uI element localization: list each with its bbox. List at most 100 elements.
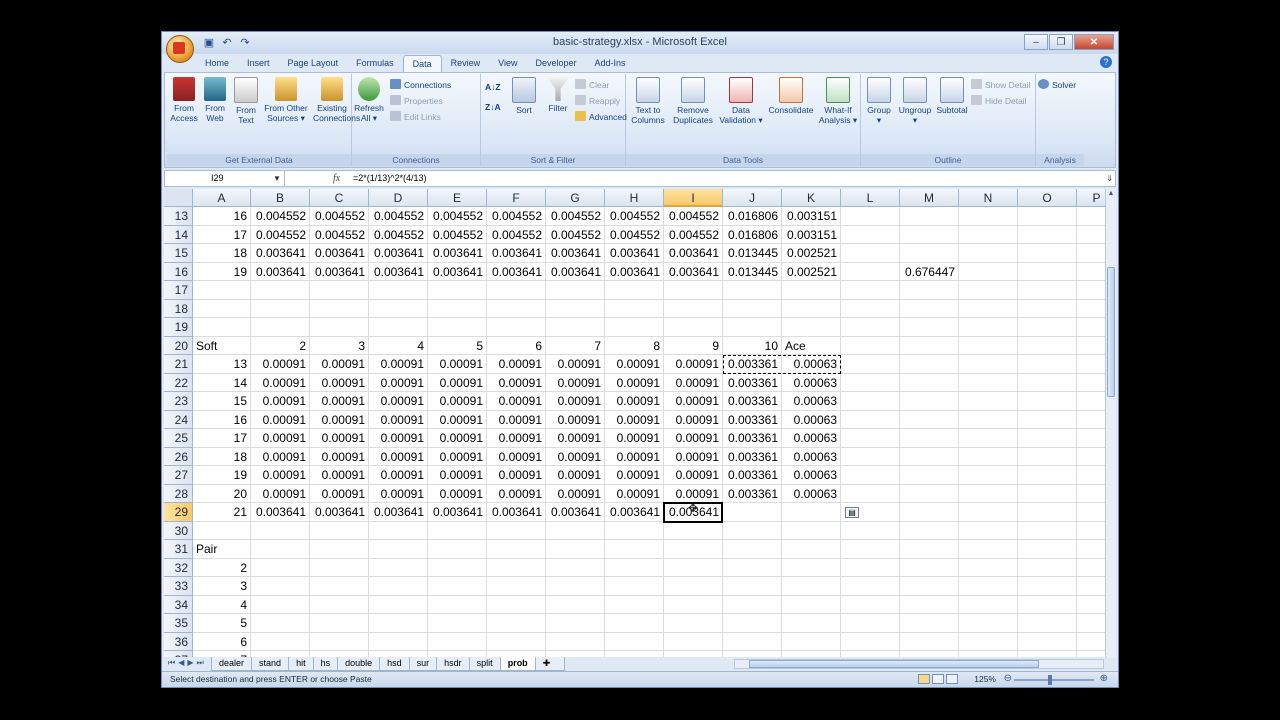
cell-j19[interactable]	[723, 318, 782, 337]
cell-e18[interactable]	[428, 299, 487, 318]
cell-b22[interactable]: 0.00091	[251, 373, 310, 392]
cell-l25[interactable]	[841, 429, 900, 448]
cell-l23[interactable]	[841, 392, 900, 411]
cell-d29[interactable]: 0.003641	[369, 503, 428, 522]
cell-a16[interactable]: 19	[193, 262, 251, 281]
cell-o18[interactable]	[1018, 299, 1077, 318]
cell-f13[interactable]: 0.004552	[487, 207, 546, 226]
cell-k28[interactable]: 0.00063	[782, 484, 841, 503]
cell-l15[interactable]	[841, 244, 900, 263]
cell-c16[interactable]: 0.003641	[310, 262, 369, 281]
cell-a14[interactable]: 17	[193, 225, 251, 244]
cell-a25[interactable]: 17	[193, 429, 251, 448]
cell-b13[interactable]: 0.004552	[251, 207, 310, 226]
vertical-scrollbar[interactable]: ▲ ▼	[1105, 189, 1116, 685]
cell-c17[interactable]	[310, 281, 369, 300]
row-header[interactable]: 21	[164, 355, 193, 374]
cell-n28[interactable]	[959, 484, 1018, 503]
cell-e31[interactable]	[428, 540, 487, 559]
cell-m20[interactable]	[900, 336, 959, 355]
cell-k35[interactable]	[782, 614, 841, 633]
row-header[interactable]: 20	[164, 336, 193, 355]
row-header[interactable]: 22	[164, 373, 193, 392]
expand-formula-bar-icon[interactable]: ⇓	[1106, 171, 1113, 186]
cell-i13[interactable]: 0.004552	[664, 207, 723, 226]
cell-b34[interactable]	[251, 595, 310, 614]
cell-b28[interactable]: 0.00091	[251, 484, 310, 503]
cell-f15[interactable]: 0.003641	[487, 244, 546, 263]
cell-b29[interactable]: 0.003641	[251, 503, 310, 522]
cell-n33[interactable]	[959, 577, 1018, 596]
cell-l26[interactable]	[841, 447, 900, 466]
row-header[interactable]: 13	[164, 207, 193, 226]
cell-o16[interactable]	[1018, 262, 1077, 281]
cell-g24[interactable]: 0.00091	[546, 410, 605, 429]
cell-e16[interactable]: 0.003641	[428, 262, 487, 281]
column-header-k[interactable]: K	[782, 189, 841, 207]
cell-k36[interactable]	[782, 632, 841, 651]
cell-g34[interactable]	[546, 595, 605, 614]
column-header-o[interactable]: O	[1018, 189, 1077, 207]
row-header[interactable]: 36	[164, 632, 193, 651]
page-break-view-icon[interactable]	[946, 674, 958, 684]
cell-j24[interactable]: 0.003361	[723, 410, 782, 429]
cell-p20[interactable]	[1077, 337, 1106, 355]
cell-o15[interactable]	[1018, 244, 1077, 263]
cell-f30[interactable]	[487, 521, 546, 540]
cell-h34[interactable]	[605, 595, 664, 614]
cell-p25[interactable]	[1077, 429, 1106, 448]
cell-c35[interactable]	[310, 614, 369, 633]
cell-o27[interactable]	[1018, 466, 1077, 485]
cell-b33[interactable]	[251, 577, 310, 596]
cell-j17[interactable]	[723, 281, 782, 300]
cell-a33[interactable]: 3	[193, 577, 251, 596]
cell-e28[interactable]: 0.00091	[428, 484, 487, 503]
cell-g26[interactable]: 0.00091	[546, 447, 605, 466]
column-header-m[interactable]: M	[900, 189, 959, 207]
cell-h24[interactable]: 0.00091	[605, 410, 664, 429]
cell-c31[interactable]	[310, 540, 369, 559]
cell-a17[interactable]	[193, 281, 251, 300]
row-header[interactable]: 24	[164, 410, 193, 429]
cell-h17[interactable]	[605, 281, 664, 300]
cell-a30[interactable]	[193, 521, 251, 540]
cell-n15[interactable]	[959, 244, 1018, 263]
cell-f19[interactable]	[487, 318, 546, 337]
cell-g36[interactable]	[546, 632, 605, 651]
cell-g15[interactable]: 0.003641	[546, 244, 605, 263]
cell-i19[interactable]	[664, 318, 723, 337]
cell-c22[interactable]: 0.00091	[310, 373, 369, 392]
cell-g35[interactable]	[546, 614, 605, 633]
refresh-all-button[interactable]: Refresh All ▾	[354, 77, 384, 123]
cell-c32[interactable]	[310, 558, 369, 577]
cell-l36[interactable]	[841, 632, 900, 651]
cell-a29[interactable]: 21	[193, 503, 251, 522]
cell-i20[interactable]: 9	[664, 336, 723, 355]
cell-h32[interactable]	[605, 558, 664, 577]
cell-h20[interactable]: 8	[605, 336, 664, 355]
cell-p16[interactable]	[1077, 263, 1106, 281]
cell-d24[interactable]: 0.00091	[369, 410, 428, 429]
cell-i21[interactable]: 0.00091	[664, 355, 723, 374]
cell-o36[interactable]	[1018, 632, 1077, 651]
cell-b36[interactable]	[251, 632, 310, 651]
cell-n22[interactable]	[959, 373, 1018, 392]
cell-e20[interactable]: 5	[428, 336, 487, 355]
cell-j34[interactable]	[723, 595, 782, 614]
cell-o14[interactable]	[1018, 225, 1077, 244]
cell-c27[interactable]: 0.00091	[310, 466, 369, 485]
cell-o29[interactable]	[1018, 503, 1077, 522]
cell-k19[interactable]	[782, 318, 841, 337]
cell-l33[interactable]	[841, 577, 900, 596]
cell-o20[interactable]	[1018, 336, 1077, 355]
tab-review[interactable]: Review	[442, 55, 490, 72]
name-box[interactable]: I29	[165, 171, 285, 186]
cell-m30[interactable]	[900, 521, 959, 540]
cell-p13[interactable]	[1077, 207, 1106, 226]
reapply-button[interactable]: Reapply	[575, 94, 620, 108]
cell-l35[interactable]	[841, 614, 900, 633]
cell-k25[interactable]: 0.00063	[782, 429, 841, 448]
cell-f32[interactable]	[487, 558, 546, 577]
from-other-sources-button[interactable]: From Other Sources ▾	[263, 77, 309, 123]
cell-h27[interactable]: 0.00091	[605, 466, 664, 485]
